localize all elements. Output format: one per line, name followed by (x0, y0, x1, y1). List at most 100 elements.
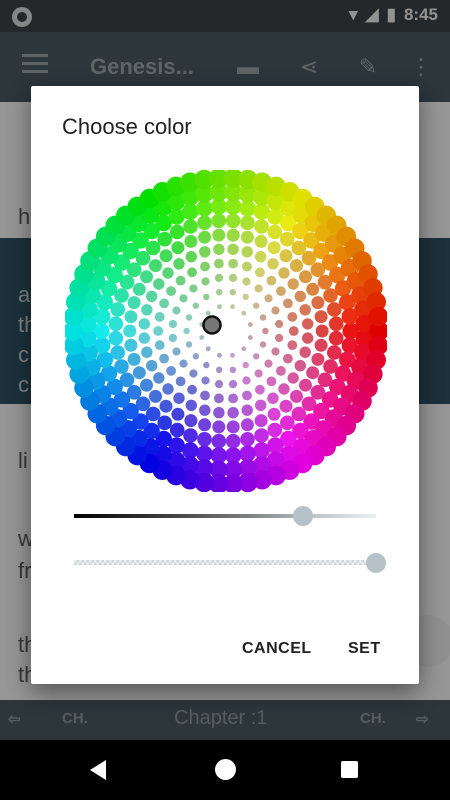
color-swatch[interactable] (267, 407, 281, 421)
color-swatch[interactable] (140, 270, 153, 284)
color-swatch[interactable] (166, 366, 176, 376)
color-swatch[interactable] (184, 414, 198, 428)
color-swatch[interactable] (255, 384, 265, 395)
color-swatch[interactable] (302, 318, 314, 330)
color-swatch[interactable] (278, 383, 290, 395)
color-swatch[interactable] (228, 258, 239, 269)
color-swatch[interactable] (197, 432, 212, 447)
color-swatch[interactable] (279, 399, 293, 413)
cancel-button[interactable]: CANCEL (242, 640, 312, 658)
color-swatch[interactable] (227, 243, 239, 255)
color-swatch[interactable] (294, 290, 306, 302)
color-swatch[interactable] (241, 310, 247, 316)
color-swatch[interactable] (214, 273, 224, 282)
color-swatch[interactable] (254, 414, 268, 428)
color-swatch[interactable] (175, 376, 186, 387)
color-swatch[interactable] (214, 393, 224, 404)
color-swatch[interactable] (299, 378, 312, 392)
color-swatch[interactable] (254, 428, 269, 443)
color-swatch[interactable] (203, 361, 210, 369)
back-icon[interactable] (90, 760, 106, 780)
color-swatch[interactable] (242, 361, 249, 369)
color-swatch[interactable] (287, 372, 299, 384)
lightness-slider-track[interactable] (74, 514, 376, 518)
color-swatch[interactable] (240, 418, 254, 432)
color-swatch[interactable] (275, 333, 284, 343)
color-swatch[interactable] (299, 304, 311, 316)
color-swatch[interactable] (328, 316, 344, 332)
color-swatch[interactable] (302, 332, 314, 344)
color-swatch[interactable] (159, 298, 169, 309)
color-swatch[interactable] (198, 230, 212, 244)
color-swatch[interactable] (255, 267, 265, 278)
alpha-slider-track[interactable] (74, 560, 376, 565)
color-swatch[interactable] (132, 282, 146, 296)
color-swatch[interactable] (253, 353, 260, 360)
color-swatch[interactable] (266, 275, 277, 286)
color-swatch[interactable] (200, 390, 210, 401)
color-swatch[interactable] (169, 224, 185, 240)
color-swatch[interactable] (140, 378, 153, 392)
color-swatch[interactable] (187, 384, 197, 395)
color-swatch[interactable] (153, 326, 164, 336)
color-swatch[interactable] (162, 267, 174, 279)
color-swatch[interactable] (217, 304, 222, 310)
color-swatch[interactable] (241, 404, 253, 416)
lightness-slider-thumb[interactable] (293, 506, 313, 526)
color-swatch[interactable] (225, 213, 241, 229)
color-swatch[interactable] (197, 215, 212, 230)
alpha-slider-thumb[interactable] (366, 553, 386, 573)
color-swatch[interactable] (242, 376, 251, 385)
color-swatch[interactable] (288, 326, 299, 336)
color-swatch[interactable] (294, 360, 306, 372)
color-swatch[interactable] (276, 286, 286, 296)
color-swatch[interactable] (229, 289, 236, 296)
color-swatch[interactable] (185, 341, 193, 348)
color-swatch[interactable] (214, 258, 224, 269)
color-swatch[interactable] (200, 261, 210, 272)
color-swatch[interactable] (266, 376, 277, 387)
color-swatch[interactable] (141, 304, 153, 316)
color-swatch[interactable] (212, 228, 226, 242)
color-swatch[interactable] (216, 366, 223, 373)
color-swatch[interactable] (311, 352, 325, 366)
color-swatch[interactable] (172, 347, 181, 356)
color-swatch[interactable] (275, 319, 284, 329)
color-swatch[interactable] (213, 243, 225, 255)
color-swatch[interactable] (198, 418, 212, 432)
color-swatch[interactable] (153, 372, 165, 384)
color-swatch[interactable] (242, 261, 252, 272)
color-swatch[interactable] (290, 389, 303, 403)
color-swatch[interactable] (213, 407, 225, 419)
color-swatch[interactable] (290, 259, 303, 273)
color-swatch[interactable] (187, 267, 197, 278)
color-swatch[interactable] (184, 234, 198, 248)
color-swatch[interactable] (241, 246, 253, 258)
color-swatch[interactable] (141, 346, 153, 358)
color-swatch[interactable] (217, 352, 222, 358)
color-swatch[interactable] (254, 234, 268, 248)
color-swatch[interactable] (185, 314, 193, 321)
color-swatch[interactable] (173, 392, 185, 404)
color-swatch[interactable] (242, 293, 249, 301)
color-swatch[interactable] (254, 219, 269, 234)
color-swatch[interactable] (264, 359, 273, 368)
color-swatch[interactable] (199, 404, 211, 416)
color-swatch[interactable] (205, 346, 211, 352)
color-swatch[interactable] (267, 422, 283, 438)
color-swatch[interactable] (214, 380, 224, 389)
color-swatch[interactable] (203, 293, 210, 301)
color-swatch[interactable] (149, 389, 162, 403)
color-swatch[interactable] (259, 341, 267, 348)
color-swatch[interactable] (287, 278, 299, 290)
color-swatch[interactable] (226, 420, 240, 434)
color-swatch[interactable] (146, 360, 158, 372)
color-swatch[interactable] (183, 327, 190, 335)
color-swatch[interactable] (240, 230, 254, 244)
color-swatch[interactable] (173, 258, 185, 270)
color-swatch[interactable] (306, 282, 320, 296)
color-swatch[interactable] (157, 231, 172, 247)
color-swatch[interactable] (276, 366, 286, 376)
color-swatch[interactable] (108, 330, 124, 346)
color-swatch[interactable] (299, 346, 311, 358)
